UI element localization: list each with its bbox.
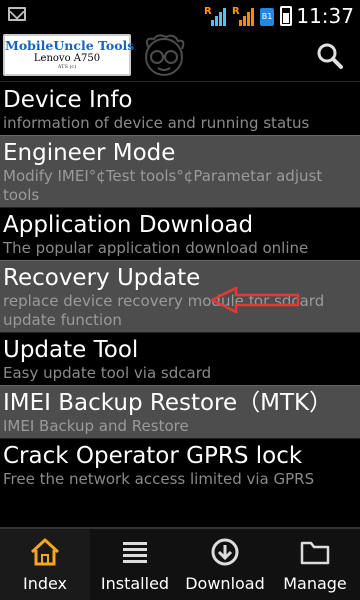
menu-item-imei-backup-restore[interactable]: IMEI Backup Restore（MTK） IMEI Backup and…	[0, 385, 360, 439]
nav-index[interactable]: Index	[0, 529, 90, 600]
nav-label: Manage	[283, 574, 347, 593]
download-icon	[211, 538, 239, 566]
menu-item-engineer-mode[interactable]: Engineer Mode Modify IMEI°¢Test tools°¢P…	[0, 135, 360, 208]
home-icon	[30, 538, 60, 566]
app-header: MobileUncle Tools Lenovo A750 ATS (c)	[0, 30, 360, 82]
bottom-nav: Index Installed Download Manage	[0, 527, 360, 600]
signal-icon-sim2: R	[232, 6, 254, 26]
menu-item-subtitle: Free the network access limited via GPRS	[3, 470, 315, 488]
list-icon	[123, 542, 147, 563]
nav-label: Download	[185, 574, 265, 593]
menu-item-title: Recovery Update	[3, 265, 201, 291]
menu-item-subtitle: Modify IMEI°¢Test tools°¢Parametar adjus…	[3, 167, 323, 204]
signal-icon-sim1: R	[204, 6, 226, 26]
search-button[interactable]	[300, 30, 360, 82]
menu-item-recovery-update[interactable]: Recovery Update replace device recovery …	[0, 260, 360, 333]
status-bar: R R B1 11:37	[0, 0, 360, 30]
search-icon	[317, 43, 343, 69]
nav-manage[interactable]: Manage	[270, 529, 360, 600]
menu-item-title: Crack Operator GPRS lock	[3, 443, 303, 469]
menu-item-crack-operator-gprs-lock[interactable]: Crack Operator GPRS lock Free the networ…	[0, 439, 360, 491]
menu-item-title: Application Download	[3, 212, 254, 238]
annotation-arrow-icon	[210, 286, 300, 314]
menu-item-subtitle: replace device recovery module for sdcar…	[3, 292, 325, 329]
battery-icon	[280, 6, 292, 26]
sim-indicator: B1	[260, 8, 274, 26]
nav-label: Installed	[100, 574, 170, 593]
mascot-icon	[145, 34, 185, 76]
clock: 11:37	[296, 4, 354, 28]
menu-item-title: IMEI Backup Restore（MTK）	[3, 390, 333, 416]
menu-item-title: Device Info	[3, 87, 133, 113]
folder-icon	[300, 541, 330, 565]
menu-item-subtitle: information of device and running status	[3, 114, 310, 132]
menu-item-subtitle: IMEI Backup and Restore	[3, 417, 189, 435]
menu-item-subtitle: The popular application download online	[3, 239, 309, 257]
app-logo: MobileUncle Tools Lenovo A750 ATS (c)	[3, 34, 134, 76]
menu-item-update-tool[interactable]: Update Tool Easy update tool via sdcard	[0, 333, 360, 385]
menu-item-application-download[interactable]: Application Download The popular applica…	[0, 208, 360, 260]
nav-download[interactable]: Download	[180, 529, 270, 600]
nav-installed[interactable]: Installed	[90, 529, 180, 600]
menu-item-title: Engineer Mode	[3, 140, 176, 166]
status-icons: R R B1	[204, 6, 292, 26]
nav-label: Index	[22, 574, 68, 593]
mail-icon	[8, 7, 26, 21]
menu-item-device-info[interactable]: Device Info information of device and ru…	[0, 83, 360, 135]
menu-list: Device Info information of device and ru…	[0, 83, 360, 527]
menu-item-title: Update Tool	[3, 337, 139, 363]
menu-item-subtitle: Easy update tool via sdcard	[3, 364, 212, 382]
